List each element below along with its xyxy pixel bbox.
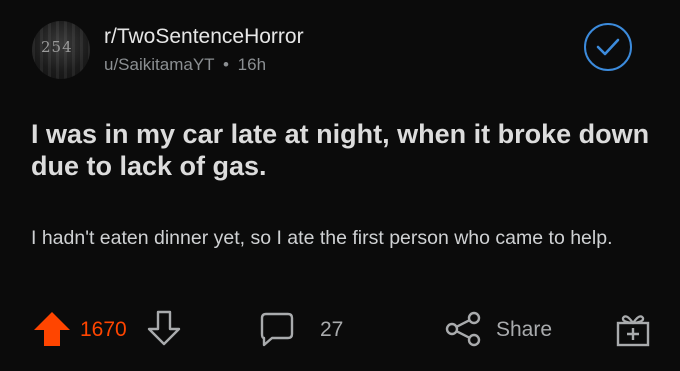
- post-body: I hadn't eaten dinner yet, so I ate the …: [31, 227, 613, 249]
- post-age: 16h: [237, 55, 267, 74]
- comment-bubble-icon[interactable]: [258, 310, 296, 353]
- check-mark: [596, 38, 620, 56]
- subreddit-avatar[interactable]: 254: [32, 21, 90, 79]
- award-gift-icon[interactable]: [614, 310, 652, 353]
- post-header: 254 r/TwoSentenceHorror u/SaikitamaYT • …: [32, 21, 304, 79]
- vote-score: 1670: [80, 318, 127, 341]
- meta-separator: •: [222, 55, 229, 74]
- check-circle-icon[interactable]: [584, 23, 632, 71]
- comment-count[interactable]: 27: [320, 318, 343, 342]
- post-meta: r/TwoSentenceHorror u/SaikitamaYT • 16h: [104, 25, 304, 75]
- share-button[interactable]: Share: [496, 318, 552, 342]
- author-name[interactable]: u/SaikitamaYT: [104, 55, 214, 74]
- avatar-text: 254: [41, 38, 73, 56]
- downvote-arrow-icon[interactable]: [146, 309, 182, 352]
- upvote-arrow-icon[interactable]: [32, 310, 72, 353]
- subreddit-name[interactable]: r/TwoSentenceHorror: [104, 25, 304, 49]
- author-line: u/SaikitamaYT • 16h: [104, 55, 304, 75]
- post-title[interactable]: I was in my car late at night, when it b…: [31, 118, 651, 182]
- share-icon[interactable]: [443, 310, 483, 353]
